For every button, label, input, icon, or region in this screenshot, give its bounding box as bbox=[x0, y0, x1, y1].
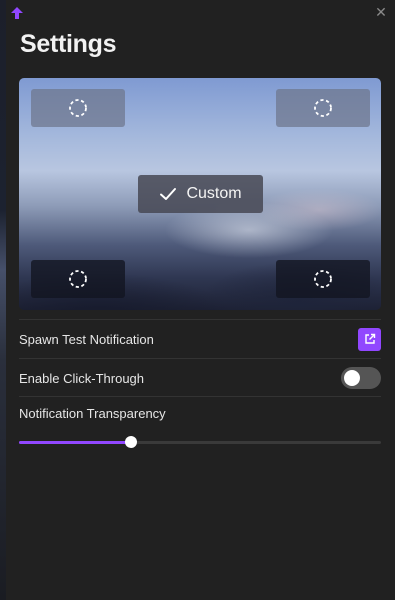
spawn-test-button[interactable] bbox=[358, 327, 381, 351]
corner-bottom-right-button[interactable] bbox=[276, 260, 370, 298]
slider-thumb[interactable] bbox=[125, 436, 138, 448]
dashed-circle-icon bbox=[69, 270, 87, 288]
click-through-row: Enable Click-Through bbox=[19, 358, 381, 397]
external-link-icon bbox=[364, 333, 375, 344]
corner-bottom-left-button[interactable] bbox=[31, 260, 125, 298]
checkmark-icon bbox=[160, 188, 177, 200]
slider-fill bbox=[19, 441, 132, 444]
dashed-circle-icon bbox=[314, 270, 332, 288]
close-icon: ✕ bbox=[375, 4, 387, 20]
click-through-label: Enable Click-Through bbox=[19, 370, 145, 386]
close-button[interactable]: ✕ bbox=[373, 4, 389, 20]
custom-position-button[interactable]: Custom bbox=[138, 175, 263, 213]
dashed-circle-icon bbox=[69, 99, 87, 117]
transparency-slider[interactable] bbox=[19, 435, 381, 449]
transparency-divider bbox=[19, 396, 381, 397]
title-bar: ✕ bbox=[6, 0, 395, 26]
transparency-label: Notification Transparency bbox=[19, 406, 166, 421]
click-through-toggle[interactable] bbox=[341, 367, 381, 389]
spawn-test-label: Spawn Test Notification bbox=[19, 331, 154, 347]
toggle-knob bbox=[344, 370, 360, 386]
corner-top-right-button[interactable] bbox=[276, 89, 370, 127]
corner-top-left-button[interactable] bbox=[31, 89, 125, 127]
settings-window: ✕ Settings Custom Spawn Test Notificatio… bbox=[6, 0, 395, 600]
twitch-arrow-icon bbox=[11, 6, 23, 19]
page-title: Settings bbox=[20, 30, 117, 58]
custom-label: Custom bbox=[186, 185, 242, 202]
dashed-circle-icon bbox=[314, 99, 332, 117]
position-preview: Custom bbox=[19, 78, 381, 310]
spawn-test-row: Spawn Test Notification bbox=[19, 319, 381, 358]
